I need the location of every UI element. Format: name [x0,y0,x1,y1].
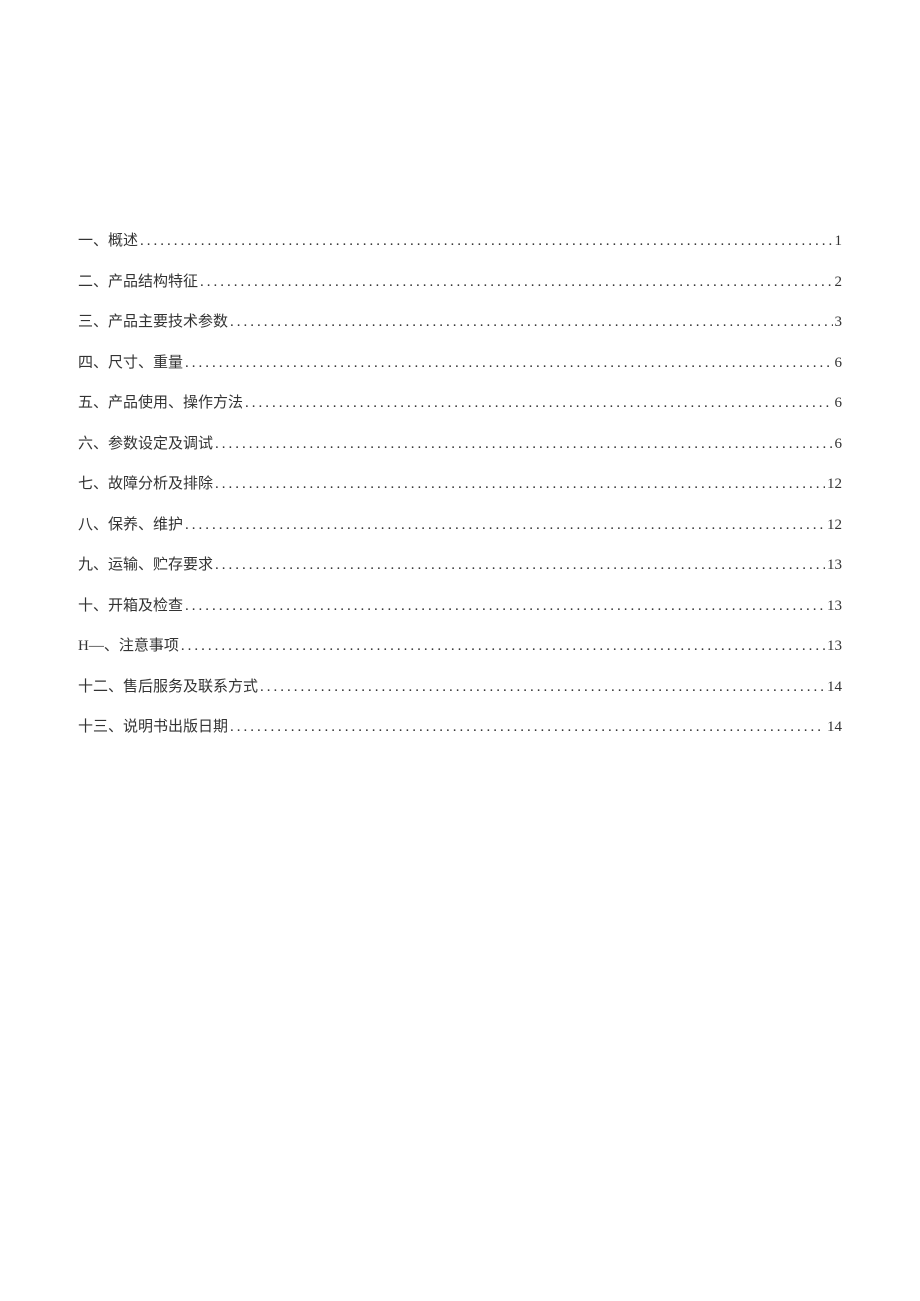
toc-entry: 五、产品使用、操作方法 6 [78,392,842,415]
toc-page-number: 6 [835,392,843,415]
toc-entry: 三、产品主要技术参数 3 [78,311,842,334]
toc-entry: 十、开箱及检查 13 [78,595,842,618]
toc-page-number: 1 [835,230,843,253]
toc-page-number: 6 [835,433,843,456]
toc-page-number: 14 [827,716,842,739]
toc-entry: 十二、售后服务及联系方式 14 [78,676,842,699]
toc-leader-dots [215,433,832,448]
toc-title: 一、概述 [78,230,138,253]
toc-title: 六、参数设定及调试 [78,433,213,456]
toc-page-number: 12 [827,473,842,496]
toc-entry: H—、注意事项 13 [78,635,842,658]
toc-title: 十三、说明书出版日期 [78,716,228,739]
toc-leader-dots [215,554,825,569]
toc-title: 九、运输、贮存要求 [78,554,213,577]
toc-page-number: 13 [827,595,842,618]
toc-entry: 八、保养、维护 12 [78,514,842,537]
toc-title: 二、产品结构特征 [78,271,198,294]
toc-leader-dots [185,514,825,529]
toc-title: 七、故障分析及排除 [78,473,213,496]
toc-title: H—、注意事项 [78,635,179,658]
toc-title: 三、产品主要技术参数 [78,311,228,334]
toc-title: 八、保养、维护 [78,514,183,537]
toc-entry: 九、运输、贮存要求 13 [78,554,842,577]
toc-leader-dots [230,716,825,731]
toc-page-number: 2 [835,271,843,294]
toc-page-number: 13 [827,554,842,577]
toc-leader-dots [230,311,832,326]
toc-page-number: 3 [835,311,843,334]
toc-title: 十、开箱及检查 [78,595,183,618]
toc-entry: 二、产品结构特征 2 [78,271,842,294]
toc-leader-dots [245,392,832,407]
toc-leader-dots [200,271,832,286]
toc-leader-dots [140,230,832,245]
table-of-contents: 一、概述 1 二、产品结构特征 2 三、产品主要技术参数 3 四、尺寸、重量 6… [78,230,842,739]
toc-leader-dots [185,595,825,610]
toc-title: 五、产品使用、操作方法 [78,392,243,415]
toc-page-number: 6 [835,352,843,375]
toc-entry: 十三、说明书出版日期 14 [78,716,842,739]
toc-leader-dots [215,473,825,488]
toc-leader-dots [260,676,825,691]
toc-page-number: 13 [827,635,842,658]
toc-page-number: 14 [827,676,842,699]
toc-entry: 一、概述 1 [78,230,842,253]
toc-entry: 七、故障分析及排除 12 [78,473,842,496]
toc-leader-dots [181,635,825,650]
toc-leader-dots [185,352,832,367]
toc-title: 四、尺寸、重量 [78,352,183,375]
toc-entry: 四、尺寸、重量 6 [78,352,842,375]
toc-page-number: 12 [827,514,842,537]
toc-entry: 六、参数设定及调试 6 [78,433,842,456]
toc-title: 十二、售后服务及联系方式 [78,676,258,699]
